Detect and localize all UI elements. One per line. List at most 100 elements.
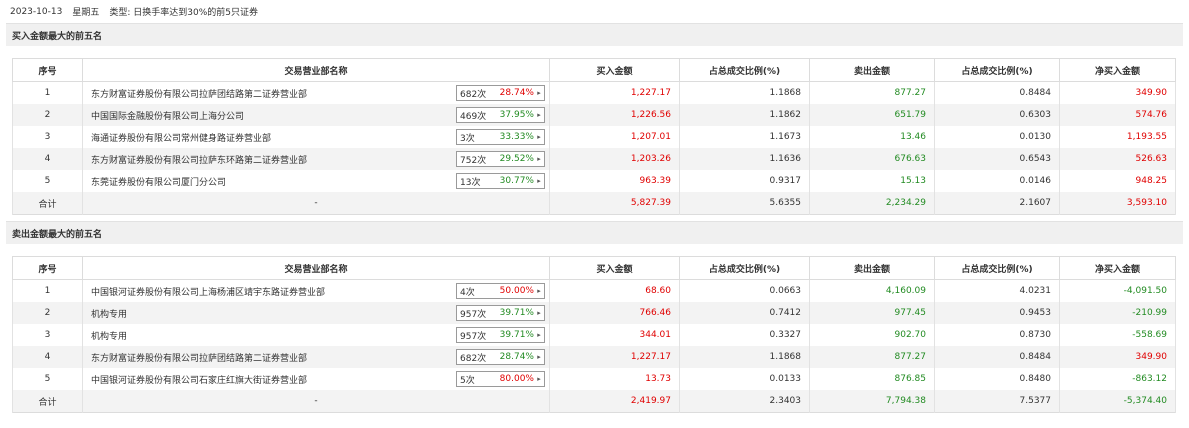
buy-amount: 1,227.17: [549, 81, 680, 104]
total-row: 合计 -5,827.39 5.6355 2,234.29 2.1607 3,593.10: [12, 192, 1176, 215]
sell-ratio: 0.8484: [934, 81, 1060, 104]
col-header-net: 净买入金额: [1059, 256, 1176, 280]
sell-ratio: 0.0146: [934, 170, 1060, 192]
total-label: 合计: [12, 192, 83, 215]
total-sell-ratio: 7.5377: [934, 390, 1060, 413]
net-amount: -4,091.50: [1059, 279, 1176, 302]
total-buy-ratio: 2.3403: [679, 390, 810, 413]
row-index: 4: [12, 148, 83, 170]
net-amount: 349.90: [1059, 81, 1176, 104]
row-index: 2: [12, 104, 83, 126]
buy-ratio: 0.9317: [679, 170, 810, 192]
buy-ratio: 1.1862: [679, 104, 810, 126]
broker-count: 957次: [460, 309, 487, 320]
total-net: 3,593.10: [1059, 192, 1176, 215]
buy-amount: 68.60: [549, 279, 680, 302]
broker-stat-box[interactable]: 5次 80.00% ▸: [456, 371, 545, 387]
broker-name-link[interactable]: 中国国际金融股份有限公司上海分公司: [91, 109, 244, 122]
broker-cell: 东方财富证券股份有限公司拉萨团结路第二证券营业部 682次 28.74% ▸: [82, 346, 550, 368]
broker-stat-box[interactable]: 469次 37.95% ▸: [456, 107, 545, 123]
broker-win-rate: 28.74%: [499, 352, 534, 362]
col-header-buy-ratio: 占总成交比例(%): [679, 256, 810, 280]
net-amount: -210.99: [1059, 302, 1176, 324]
broker-stat-box[interactable]: 957次 39.71% ▸: [456, 305, 545, 321]
broker-stat-box[interactable]: 957次 39.71% ▸: [456, 327, 545, 343]
total-sell: 2,234.29: [809, 192, 935, 215]
sell-ratio: 0.9453: [934, 302, 1060, 324]
broker-count: 469次: [460, 111, 487, 122]
net-amount: 349.90: [1059, 346, 1176, 368]
type-label: 类型:: [109, 8, 131, 18]
col-header-index: 序号: [12, 256, 83, 280]
broker-name-link[interactable]: 海通证券股份有限公司常州健身路证券营业部: [91, 131, 271, 144]
sell-amount: 877.27: [809, 346, 935, 368]
buy-ratio: 1.1673: [679, 126, 810, 148]
broker-cell: 东方财富证券股份有限公司拉萨团结路第二证券营业部 682次 28.74% ▸: [82, 81, 550, 104]
sell-amount: 651.79: [809, 104, 935, 126]
broker-name-link[interactable]: 中国银河证券股份有限公司石家庄红旗大街证券营业部: [91, 373, 307, 386]
total-label: 合计: [12, 390, 83, 413]
buy-ratio: 1.1636: [679, 148, 810, 170]
chevron-right-icon: ▸: [537, 177, 541, 185]
buy-section: 买入金额最大的前五名 序号 交易营业部名称 买入金额 占总成交比例(%) 卖出金…: [6, 23, 1183, 221]
net-amount: -558.69: [1059, 324, 1176, 346]
broker-win-rate: 37.95%: [499, 110, 534, 120]
broker-cell: 中国银河证券股份有限公司上海杨浦区靖宇东路证券营业部 4次 50.00% ▸: [82, 279, 550, 302]
col-header-sell-ratio: 占总成交比例(%): [934, 256, 1060, 280]
broker-count: 682次: [460, 89, 487, 100]
total-name: -: [82, 390, 550, 413]
broker-count: 13次: [460, 177, 481, 188]
broker-name-link[interactable]: 中国银河证券股份有限公司上海杨浦区靖宇东路证券营业部: [91, 285, 325, 298]
col-header-name: 交易营业部名称: [82, 58, 550, 82]
broker-stat-box[interactable]: 682次 28.74% ▸: [456, 349, 545, 365]
weekday: 星期五: [72, 8, 100, 18]
broker-win-rate: 29.52%: [499, 154, 534, 164]
buy-ratio: 0.3327: [679, 324, 810, 346]
net-amount: 1,193.55: [1059, 126, 1176, 148]
broker-stat-box[interactable]: 682次 28.74% ▸: [456, 85, 545, 101]
sell-amount: 15.13: [809, 170, 935, 192]
broker-cell: 机构专用 957次 39.71% ▸: [82, 302, 550, 324]
broker-name-link[interactable]: 东方财富证券股份有限公司拉萨东环路第二证券营业部: [91, 153, 307, 166]
buy-ratio: 0.0663: [679, 279, 810, 302]
sell-table: 序号 交易营业部名称 买入金额 占总成交比例(%) 卖出金额 占总成交比例(%)…: [12, 256, 1176, 413]
broker-stat-box[interactable]: 13次 30.77% ▸: [456, 173, 545, 189]
col-header-buy-ratio: 占总成交比例(%): [679, 58, 810, 82]
broker-stat-box[interactable]: 4次 50.00% ▸: [456, 283, 545, 299]
buy-section-title: 买入金额最大的前五名: [6, 23, 1183, 46]
sell-ratio: 0.6303: [934, 104, 1060, 126]
broker-name-link[interactable]: 东方财富证券股份有限公司拉萨团结路第二证券营业部: [91, 87, 307, 100]
table-row: 4 东方财富证券股份有限公司拉萨团结路第二证券营业部 682次 28.74% ▸ 1,22…: [12, 346, 1176, 368]
row-index: 1: [12, 279, 83, 302]
table-header-row: 序号 交易营业部名称 买入金额 占总成交比例(%) 卖出金额 占总成交比例(%)…: [12, 256, 1176, 280]
broker-cell: 东莞证券股份有限公司厦门分公司 13次 30.77% ▸: [82, 170, 550, 192]
sell-amount: 4,160.09: [809, 279, 935, 302]
broker-count: 957次: [460, 331, 487, 342]
broker-name-link[interactable]: 机构专用: [91, 307, 127, 320]
net-amount: 948.25: [1059, 170, 1176, 192]
col-header-buy: 买入金额: [549, 256, 680, 280]
sell-amount: 876.85: [809, 368, 935, 390]
total-net: -5,374.40: [1059, 390, 1176, 413]
buy-amount: 344.01: [549, 324, 680, 346]
buy-amount: 1,203.26: [549, 148, 680, 170]
chevron-right-icon: ▸: [537, 287, 541, 295]
broker-cell: 海通证券股份有限公司常州健身路证券营业部 3次 33.33% ▸: [82, 126, 550, 148]
chevron-right-icon: ▸: [537, 353, 541, 361]
type-info: 类型: 日换手率达到30%的前5只证券: [109, 5, 258, 18]
net-amount: -863.12: [1059, 368, 1176, 390]
broker-name-link[interactable]: 东莞证券股份有限公司厦门分公司: [91, 175, 226, 188]
table-row: 5 东莞证券股份有限公司厦门分公司 13次 30.77% ▸ 963.39 0.9317 15…: [12, 170, 1176, 192]
chevron-right-icon: ▸: [537, 155, 541, 163]
col-header-buy: 买入金额: [549, 58, 680, 82]
sell-ratio: 0.6543: [934, 148, 1060, 170]
sell-amount: 902.70: [809, 324, 935, 346]
broker-stat-box[interactable]: 752次 29.52% ▸: [456, 151, 545, 167]
broker-name-link[interactable]: 东方财富证券股份有限公司拉萨团结路第二证券营业部: [91, 351, 307, 364]
broker-name-link[interactable]: 机构专用: [91, 329, 127, 342]
net-amount: 574.76: [1059, 104, 1176, 126]
total-buy-ratio: 5.6355: [679, 192, 810, 215]
broker-stat-box[interactable]: 3次 33.33% ▸: [456, 129, 545, 145]
chevron-right-icon: ▸: [537, 309, 541, 317]
table-row: 2 中国国际金融股份有限公司上海分公司 469次 37.95% ▸ 1,226.56 1.1…: [12, 104, 1176, 126]
